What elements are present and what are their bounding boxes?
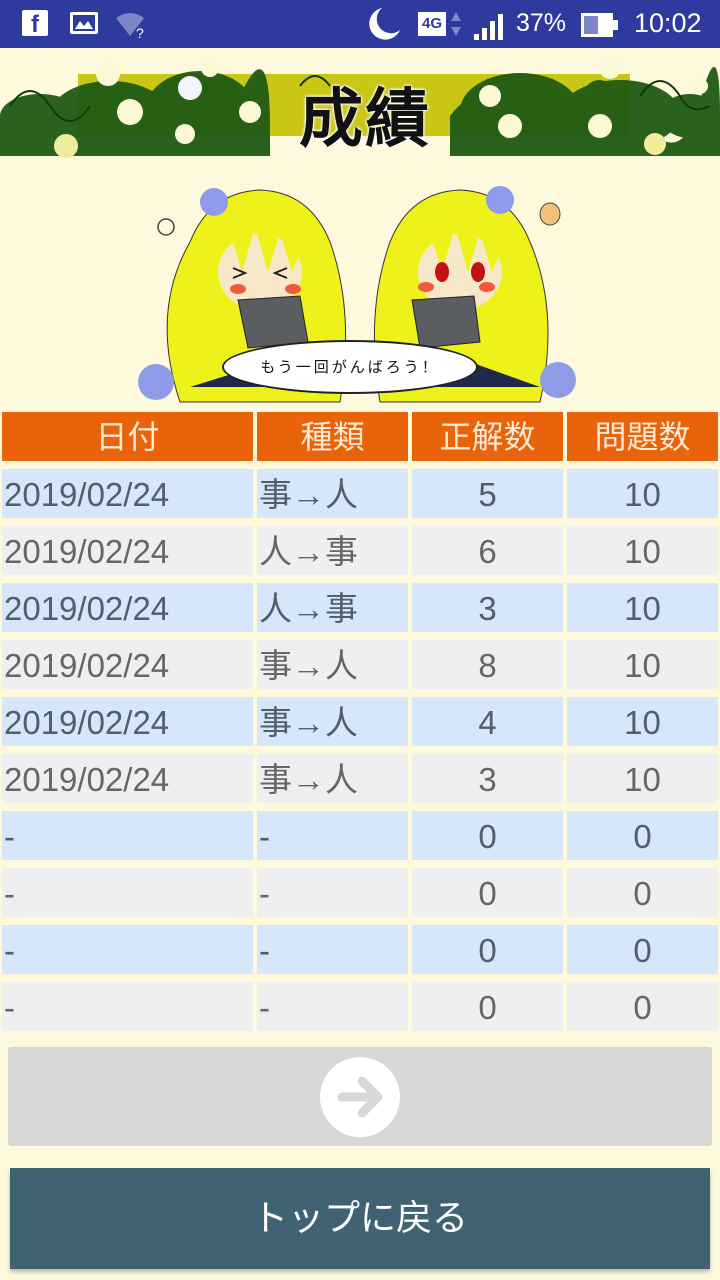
- cell-type: -: [257, 811, 408, 860]
- table-row: 2019/02/24 事→人 4 10: [0, 697, 720, 746]
- cell-date: -: [2, 868, 253, 917]
- cell-correct: 0: [412, 868, 563, 917]
- speech-bubble: もう一回がんばろう！: [222, 340, 478, 394]
- cell-type: 人→事: [257, 583, 408, 632]
- column-header-type: 種類: [257, 412, 408, 461]
- back-to-top-button[interactable]: トップに戻る: [10, 1168, 710, 1269]
- table-row: - - 0 0: [0, 982, 720, 1031]
- cell-correct: 5: [412, 469, 563, 518]
- arrow-right-circle-icon: [320, 1057, 400, 1137]
- cell-date: -: [2, 982, 253, 1031]
- cell-total: 10: [567, 583, 718, 632]
- cell-correct: 0: [412, 982, 563, 1031]
- cell-type: 事→人: [257, 754, 408, 803]
- svg-text:?: ?: [136, 25, 144, 40]
- cell-type: 人→事: [257, 526, 408, 575]
- battery-icon: [580, 12, 620, 42]
- cell-date: 2019/02/24: [2, 526, 253, 575]
- facebook-icon: f: [22, 10, 48, 38]
- network-4g-icon: 4G: [418, 12, 446, 36]
- column-header-date: 日付: [2, 412, 253, 461]
- cell-total: 0: [567, 925, 718, 974]
- next-page-button[interactable]: [8, 1047, 712, 1146]
- cell-total: 0: [567, 868, 718, 917]
- table-row: 2019/02/24 事→人 8 10: [0, 640, 720, 689]
- column-header-total: 問題数: [567, 412, 718, 461]
- column-header-correct: 正解数: [412, 412, 563, 461]
- cell-correct: 4: [412, 697, 563, 746]
- cell-date: 2019/02/24: [2, 697, 253, 746]
- do-not-disturb-moon-icon: [368, 6, 402, 46]
- cell-type: -: [257, 925, 408, 974]
- cell-correct: 8: [412, 640, 563, 689]
- table-row: 2019/02/24 事→人 3 10: [0, 754, 720, 803]
- cell-total: 10: [567, 754, 718, 803]
- page-title: 成績: [299, 83, 431, 157]
- cell-total: 0: [567, 811, 718, 860]
- cell-total: 10: [567, 640, 718, 689]
- clock: 10:02: [634, 8, 702, 38]
- data-arrows-icon: [450, 10, 462, 42]
- table-header: 日付 種類 正解数 問題数: [0, 412, 720, 461]
- cell-date: -: [2, 925, 253, 974]
- cell-date: 2019/02/24: [2, 640, 253, 689]
- photo-icon: [70, 12, 98, 34]
- cell-type: 事→人: [257, 697, 408, 746]
- cell-correct: 0: [412, 925, 563, 974]
- cell-date: 2019/02/24: [2, 754, 253, 803]
- cell-date: 2019/02/24: [2, 583, 253, 632]
- table-row: - - 0 0: [0, 925, 720, 974]
- cell-date: -: [2, 811, 253, 860]
- battery-percent: 37%: [516, 9, 567, 37]
- cell-total: 10: [567, 526, 718, 575]
- table-row: 2019/02/24 事→人 5 10: [0, 469, 720, 518]
- signal-icon: [472, 12, 508, 44]
- cell-type: -: [257, 982, 408, 1031]
- cell-type: -: [257, 868, 408, 917]
- cell-correct: 0: [412, 811, 563, 860]
- cell-total: 0: [567, 982, 718, 1031]
- status-bar: f ? 4G 37% 10:02: [0, 0, 720, 48]
- cell-date: 2019/02/24: [2, 469, 253, 518]
- cell-type: 事→人: [257, 640, 408, 689]
- table-row: 2019/02/24 人→事 3 10: [0, 583, 720, 632]
- table-row: - - 0 0: [0, 811, 720, 860]
- cell-total: 10: [567, 697, 718, 746]
- cell-correct: 6: [412, 526, 563, 575]
- cell-correct: 3: [412, 583, 563, 632]
- table-row: - - 0 0: [0, 868, 720, 917]
- cell-total: 10: [567, 469, 718, 518]
- table-row: 2019/02/24 人→事 6 10: [0, 526, 720, 575]
- wifi-unknown-icon: ?: [114, 10, 150, 44]
- cell-correct: 3: [412, 754, 563, 803]
- cell-type: 事→人: [257, 469, 408, 518]
